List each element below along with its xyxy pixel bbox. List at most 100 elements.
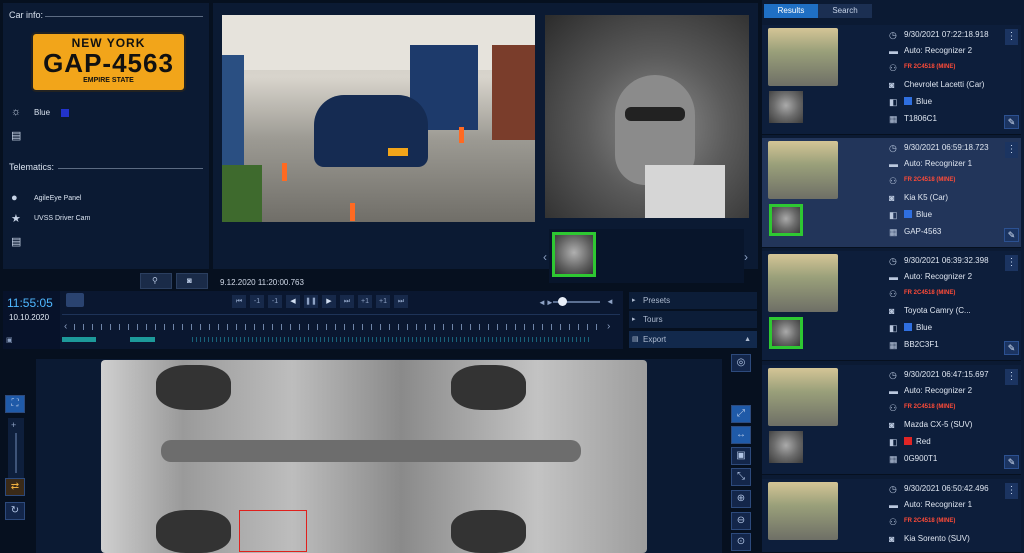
compare-tool[interactable]: ⇄ [5,478,25,496]
result-owner: FR 2C4518 (MINE) [904,518,956,524]
more-menu-icon[interactable]: ⋮ [1005,29,1018,45]
frame-forward-button[interactable]: +1 [358,295,372,308]
overview-camera-view[interactable] [222,15,535,222]
step-back-button[interactable]: -1 [250,295,264,308]
frame-back-button[interactable]: -1 [268,295,282,308]
play-button[interactable]: ▶ [322,295,336,308]
edit-icon[interactable]: ✎ [1004,341,1019,355]
fullscreen-icon[interactable]: ⤢ [731,405,751,423]
result-card[interactable]: ◷ 9/30/2021 06:50:42.496 ▬ Auto: Recognizer… [762,479,1021,553]
result-owner: FR 2C4518 (MINE) [904,177,956,183]
result-card[interactable]: ◷ 9/30/2021 06:59:18.723 ▬ Auto: Recognizer… [762,138,1021,248]
play-reverse-button[interactable]: ◀ [286,295,300,308]
edit-icon[interactable]: ✎ [1004,455,1019,469]
wheel [451,510,526,553]
vehicle-thumbnail[interactable] [768,368,838,426]
driver-face-thumbnail[interactable] [769,204,803,236]
step-forward-button[interactable]: +1 [376,295,390,308]
more-menu-icon[interactable]: ⋮ [1005,483,1018,499]
fast-forward-button[interactable]: ⏭ [340,295,354,308]
vehicle-thumbnail[interactable] [768,482,838,540]
star-icon: ★ [11,213,21,225]
brick-wall [492,45,535,140]
cone-icon [350,203,355,221]
face-thumbnail[interactable] [552,232,596,277]
result-recognizer: Auto: Recognizer 1 [904,159,973,168]
recording-segment [130,337,155,342]
result-color-label: Red [916,437,931,446]
zoom-in-icon[interactable]: ⊕ [731,490,751,508]
snapshot-tool[interactable]: ◎ [731,354,751,372]
vehicle-thumbnail[interactable] [768,254,838,312]
tours-section[interactable]: ▸ Tours [629,311,757,328]
vehicle-thumbnail[interactable] [768,28,838,86]
chevron-right-icon[interactable]: › [607,321,610,332]
vehicle-thumbnail[interactable] [768,141,838,199]
more-menu-icon[interactable]: ⋮ [1005,369,1018,385]
zoom-track[interactable] [15,433,17,473]
archive-button[interactable] [66,293,84,307]
result-plate: BB2C3F1 [904,340,939,349]
wheel [451,365,526,410]
rotate-icon[interactable]: ↻ [5,502,25,520]
more-menu-icon[interactable]: ⋮ [1005,142,1018,158]
shirt [645,165,725,218]
export-button[interactable]: ▤ Export ▲ [629,331,757,348]
presets-section[interactable]: ▸ Presets [629,292,757,309]
chevron-left-icon[interactable]: ‹ [543,250,547,264]
result-card[interactable]: ◷ 9/30/2021 06:47:15.697 ▬ Auto: Recognizer… [762,365,1021,475]
result-plate: T1806C1 [904,114,937,123]
result-card[interactable]: ◷ 9/30/2021 07:22:18.918 ▬ Auto: Recognizer… [762,25,1021,135]
export-icon: ▤ [632,336,639,343]
skip-end-button[interactable]: ⏭ [394,295,408,308]
result-datetime: 9/30/2021 07:22:18.918 [904,30,989,39]
expand-icon[interactable]: ⤡ [731,468,751,486]
chevron-left-icon[interactable]: ‹ [64,321,67,332]
result-card[interactable]: ◷ 9/30/2021 06:39:32.398 ▬ Auto: Recognizer… [762,251,1021,361]
more-menu-icon[interactable]: ⋮ [1005,255,1018,271]
clock-icon: ◷ [889,370,897,380]
palette-icon: ◧ [889,97,898,107]
zoom-out-icon[interactable]: ⊖ [731,512,751,530]
presets-label: Presets [643,296,671,305]
people-icon: ⚇ [889,289,898,299]
plus-icon[interactable]: + [11,420,16,430]
under-vehicle-image[interactable] [101,360,647,553]
volume-icon[interactable]: ◄ [606,297,614,306]
result-model: Kia K5 (Car) [904,193,949,202]
chevron-right-icon[interactable]: › [744,250,748,264]
tab-search[interactable]: Search [818,4,872,18]
clock-icon: ◷ [889,143,897,153]
car-plate [388,148,408,156]
comment-icon[interactable]: ▤ [11,235,21,248]
speed-slider-handle[interactable] [558,297,567,306]
pause-button[interactable]: ❚❚ [304,295,318,308]
driver-face-thumbnail[interactable] [769,317,803,349]
driver-face-thumbnail[interactable] [769,91,803,123]
telematics-item-label: AgileEye Panel [34,195,82,202]
car-info-title: Car info: [9,10,44,20]
skip-start-button[interactable]: ⏮ [232,295,246,308]
zoom-reset-icon[interactable]: ⊙ [731,533,751,551]
select-tool[interactable]: ⛶ [5,395,25,413]
car-icon: ◙ [889,534,895,544]
fit-width-icon[interactable]: ↔ [731,426,751,444]
result-plate: GAP-4563 [904,227,942,236]
cone-icon [459,127,464,143]
sun-icon: ☼ [11,106,22,118]
car-search-button[interactable]: ◙ [176,273,208,289]
frame-icon[interactable]: ▣ [731,447,751,465]
driver-face-thumbnail[interactable] [769,431,803,463]
edit-icon[interactable]: ✎ [1004,115,1019,129]
event-markers [192,337,592,342]
driver-search-button[interactable]: ⚲ [140,273,172,289]
anomaly-box [239,510,307,552]
color-swatch [904,323,912,331]
plate-icon: ▦ [889,227,898,237]
driver-face-camera-view[interactable] [545,15,749,218]
timeline-ruler[interactable]: ‹ › [62,314,620,332]
tab-results[interactable]: Results [764,4,818,18]
edit-icon[interactable]: ✎ [1004,228,1019,242]
result-plate: 0G900T1 [904,454,938,463]
comment-icon[interactable]: ▤ [11,129,21,142]
